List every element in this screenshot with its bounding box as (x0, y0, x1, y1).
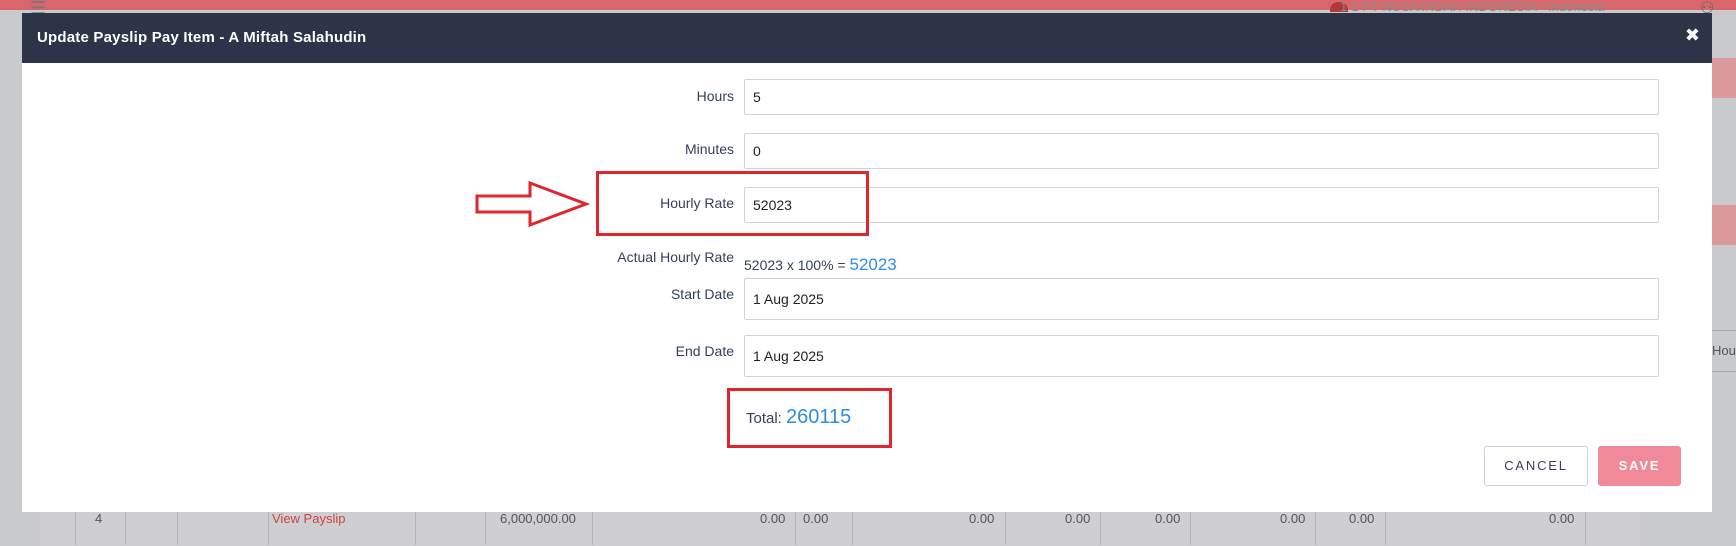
row-value: 0.00 (760, 511, 786, 526)
row-amount: 6,000,000.00 (500, 511, 576, 526)
hourly-rate-highlight-box (596, 171, 869, 236)
hours-label: Hours (696, 88, 734, 104)
row-value: 0.00 (803, 511, 829, 526)
actual-hourly-rate-result: 52023 (849, 255, 897, 274)
close-icon[interactable]: ✖ (1685, 25, 1700, 46)
row-value: 0.00 (1549, 511, 1575, 526)
start-date-input[interactable] (744, 278, 1659, 320)
minutes-label: Minutes (684, 141, 734, 157)
end-date-label: End Date (675, 343, 734, 359)
actual-hourly-rate-value: 52023 x 100% = 52023 (744, 255, 897, 275)
modal-header: Update Payslip Pay Item - A Miftah Salah… (22, 13, 1712, 63)
background-side-text: Hour (1712, 343, 1736, 358)
row-value: 0.00 (969, 511, 995, 526)
row-number: 4 (95, 511, 103, 526)
save-button[interactable]: SAVE (1598, 446, 1681, 486)
minutes-input[interactable] (744, 133, 1659, 169)
actual-hourly-rate-label: Actual Hourly Rate (617, 249, 734, 265)
cancel-button[interactable]: CANCEL (1484, 446, 1588, 486)
view-payslip-link[interactable]: View Payslip (272, 511, 345, 526)
total-highlight-box (727, 388, 892, 448)
row-value: 0.00 (1065, 511, 1091, 526)
row-value: 0.00 (1349, 511, 1375, 526)
annotation-arrow-icon (475, 180, 590, 228)
row-value: 0.00 (1280, 511, 1306, 526)
company-selector[interactable]: 1-1 PT NUSA INDAH INDONESIA • Indonesia (1340, 0, 1604, 14)
row-value: 0.00 (1155, 511, 1181, 526)
hours-input[interactable] (744, 79, 1659, 115)
end-date-input[interactable] (744, 335, 1659, 377)
start-date-label: Start Date (670, 286, 734, 302)
actual-hourly-rate-formula: 52023 x 100% = (744, 257, 846, 273)
modal-title: Update Payslip Pay Item - A Miftah Salah… (37, 29, 367, 46)
hourly-rate-input[interactable] (744, 187, 1659, 223)
